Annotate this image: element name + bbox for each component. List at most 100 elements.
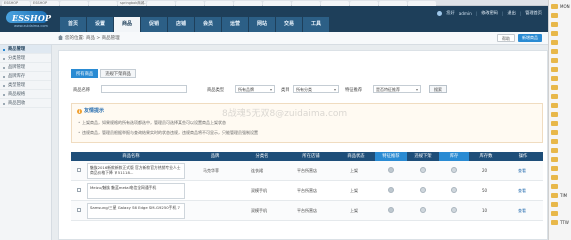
nav-item-home[interactable]: 首页 bbox=[60, 17, 86, 32]
change-password-link[interactable]: 修改密码 bbox=[481, 10, 498, 16]
main-content: 所有商品 违规下架商品 商品名称 商品类型 所有品牌 类目 所有分类 特征推荐 … bbox=[58, 50, 548, 240]
desktop-item[interactable] bbox=[551, 29, 571, 37]
nav-item-operation[interactable]: 运营 bbox=[222, 17, 248, 32]
view-link[interactable]: 查看 bbox=[518, 208, 526, 214]
brand-cell: 马克华菲 bbox=[203, 168, 219, 173]
desktop-item[interactable]: MON bbox=[551, 2, 571, 10]
violation-toggle[interactable] bbox=[420, 207, 426, 213]
desktop-item[interactable] bbox=[551, 47, 571, 55]
stock-toggle[interactable] bbox=[451, 187, 457, 193]
desktop-item[interactable] bbox=[551, 65, 571, 73]
feature-toggle[interactable] bbox=[388, 187, 394, 193]
desktop-item[interactable] bbox=[551, 173, 571, 181]
nav-item-goods[interactable]: 商品 bbox=[114, 17, 140, 32]
view-link[interactable]: 查看 bbox=[518, 188, 526, 194]
goods-name-field[interactable]: Meizu/魅族 魅蓝metal电信全网通手机 bbox=[87, 183, 185, 199]
logout-link[interactable]: 退出 bbox=[507, 10, 515, 16]
view-link[interactable]: 查看 bbox=[518, 168, 526, 174]
desktop-item[interactable] bbox=[551, 110, 571, 118]
folder-icon bbox=[551, 93, 558, 99]
sidebar-item-goods-recycle[interactable]: 商品回收 bbox=[0, 99, 51, 108]
search-button[interactable]: 搜索 bbox=[429, 85, 447, 93]
desktop-item[interactable] bbox=[551, 83, 571, 91]
desktop-item[interactable]: TTW bbox=[551, 218, 571, 226]
goods-type-select[interactable]: 所有品牌 bbox=[235, 85, 275, 93]
row-checkbox[interactable] bbox=[77, 188, 81, 192]
col-brand[interactable]: 品牌 bbox=[191, 152, 239, 161]
help-button[interactable]: 帮助 bbox=[497, 34, 515, 42]
main-nav: 首页 设置 商品 促销 店铺 会员 运营 网站 交易 工具 bbox=[60, 17, 330, 32]
desktop-item[interactable] bbox=[551, 155, 571, 163]
goods-name-field[interactable]: 魅族2016新款新款正式版 官方新款官方热销专业人士商品价格下降 ￥51118.… bbox=[87, 163, 185, 179]
desktop-item[interactable] bbox=[551, 56, 571, 64]
folder-icon bbox=[551, 84, 558, 90]
sidebar-item-category-manage[interactable]: 分类管理 bbox=[0, 54, 51, 63]
sidebar-item-type-manage[interactable]: 类型管理 bbox=[0, 81, 51, 90]
feature-toggle[interactable] bbox=[388, 207, 394, 213]
status-cell: 上架 bbox=[350, 168, 358, 173]
nav-item-website[interactable]: 网站 bbox=[249, 17, 275, 32]
desktop-item[interactable] bbox=[551, 74, 571, 82]
logo[interactable]: ESSHOP www.zuidaima.com bbox=[4, 9, 51, 29]
stock-toggle[interactable] bbox=[451, 167, 457, 173]
col-feature[interactable]: 特征推荐 bbox=[375, 152, 407, 161]
folder-icon bbox=[551, 111, 558, 117]
divider: | bbox=[519, 10, 522, 16]
desktop-item[interactable] bbox=[551, 182, 571, 190]
category-label: 类目 bbox=[281, 88, 290, 93]
tab-all-goods[interactable]: 所有商品 bbox=[71, 69, 99, 78]
sidebar-item-goods-spec[interactable]: 商品规格 bbox=[0, 90, 51, 99]
desktop-item[interactable] bbox=[551, 146, 571, 154]
table-body: 魅族2016新款新款正式版 官方新款官方热销专业人士商品价格下降 ￥51118.… bbox=[71, 161, 543, 221]
col-stock[interactable]: 库存 bbox=[439, 152, 469, 161]
user-name: admin bbox=[458, 10, 472, 16]
sidebar-item-brand-manage[interactable]: 品牌管理 bbox=[0, 63, 51, 72]
col-action[interactable]: 操作 bbox=[503, 152, 543, 161]
desktop-item[interactable] bbox=[551, 128, 571, 136]
row-checkbox[interactable] bbox=[77, 208, 81, 212]
row-checkbox[interactable] bbox=[77, 168, 81, 172]
col-shop[interactable]: 所在店铺 bbox=[285, 152, 337, 161]
feature-toggle[interactable] bbox=[388, 167, 394, 173]
desktop-item[interactable] bbox=[551, 164, 571, 172]
desktop-item[interactable] bbox=[551, 38, 571, 46]
stock-toggle[interactable] bbox=[451, 207, 457, 213]
nav-item-store[interactable]: 店铺 bbox=[168, 17, 194, 32]
tips-title: i 友情提示 bbox=[77, 107, 104, 114]
feature-select[interactable]: 是否特征推荐 bbox=[373, 85, 421, 93]
goods-name-input[interactable] bbox=[101, 85, 187, 93]
tips-title-text: 友情提示 bbox=[84, 108, 105, 114]
goods-tabs: 所有商品 违规下架商品 bbox=[71, 69, 136, 78]
add-goods-button[interactable]: 新增商品 bbox=[518, 34, 542, 42]
nav-item-settings[interactable]: 设置 bbox=[87, 17, 113, 32]
col-status[interactable]: 商品状态 bbox=[337, 152, 375, 161]
col-violation[interactable]: 违规下架 bbox=[407, 152, 439, 161]
admin-home-link[interactable]: 管理首页 bbox=[525, 10, 542, 16]
category-select[interactable]: 所有分类 bbox=[293, 85, 339, 93]
desktop-item[interactable] bbox=[551, 119, 571, 127]
col-category[interactable]: 分类名 bbox=[239, 152, 285, 161]
tab-violation-goods[interactable]: 违规下架商品 bbox=[100, 69, 136, 78]
desktop-item[interactable] bbox=[551, 92, 571, 100]
folder-icon bbox=[551, 129, 558, 135]
col-goods-name[interactable]: 商品名称 bbox=[71, 152, 191, 161]
nav-item-tools[interactable]: 工具 bbox=[303, 17, 329, 32]
nav-item-trade[interactable]: 交易 bbox=[276, 17, 302, 32]
desktop-item[interactable] bbox=[551, 209, 571, 217]
nav-item-member[interactable]: 会员 bbox=[195, 17, 221, 32]
desktop-item[interactable] bbox=[551, 101, 571, 109]
goods-name-field[interactable]: Samsung/三星 Galaxy S6 Edge SM-G9250手机 7 bbox=[87, 203, 185, 219]
goods-table: 商品名称 品牌 分类名 所在店铺 商品状态 特征推荐 违规下架 库存 库存数 操… bbox=[71, 152, 543, 221]
desktop-item[interactable] bbox=[551, 137, 571, 145]
sidebar-item-goods-manage[interactable]: 商品管理 bbox=[0, 45, 51, 54]
col-stock-count[interactable]: 库存数 bbox=[469, 152, 503, 161]
sidebar-item-brand-stock[interactable]: 品牌库存 bbox=[0, 72, 51, 81]
nav-item-promotion[interactable]: 促销 bbox=[141, 17, 167, 32]
violation-toggle[interactable] bbox=[420, 187, 426, 193]
sidebar: 商品管理 分类管理 品牌管理 品牌库存 类型管理 商品规格 商品回收 bbox=[0, 45, 52, 240]
desktop-item[interactable] bbox=[551, 20, 571, 28]
violation-toggle[interactable] bbox=[420, 167, 426, 173]
desktop-item[interactable]: TIM bbox=[551, 191, 571, 199]
desktop-item[interactable] bbox=[551, 11, 571, 19]
desktop-item[interactable] bbox=[551, 200, 571, 208]
